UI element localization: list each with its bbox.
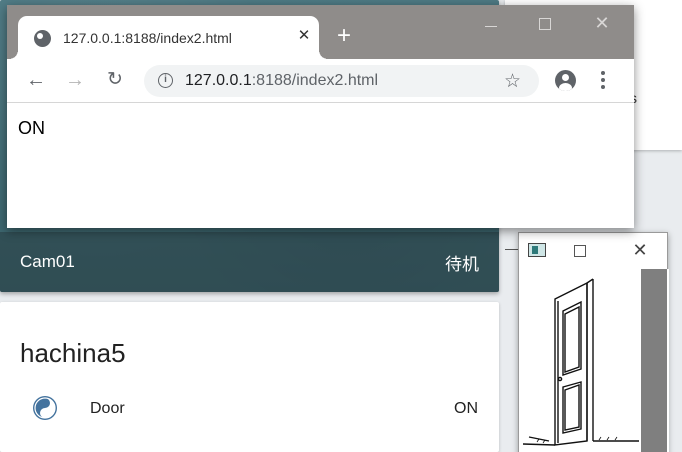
url-host: 127.0.0.1 xyxy=(185,72,252,89)
forward-arrow-icon[interactable]: → xyxy=(64,70,86,90)
entity-name: Door xyxy=(90,400,125,417)
vertical-scrollbar[interactable] xyxy=(641,269,667,452)
minimize-button[interactable] xyxy=(485,26,497,27)
open-door-drawing xyxy=(522,278,639,446)
maximize-button[interactable] xyxy=(574,245,586,257)
profile-avatar-icon[interactable] xyxy=(555,70,576,91)
page-content: ON xyxy=(7,103,634,228)
image-app-icon xyxy=(528,243,546,257)
browser-toolbar: ← → ↻ i 127.0.0.1:8188/index2.html ☆ xyxy=(7,59,634,103)
entity-state[interactable]: ON xyxy=(454,400,478,418)
url-text[interactable]: 127.0.0.1:8188/index2.html xyxy=(185,72,378,90)
tab-strip[interactable]: 127.0.0.1:8188/index2.html ✕ + ✕ xyxy=(7,5,634,59)
entity-card: hachina5 Door ON xyxy=(0,302,499,452)
info-icon[interactable]: i xyxy=(158,73,173,88)
url-path: :8188/index2.html xyxy=(251,72,379,89)
back-arrow-icon[interactable]: ← xyxy=(25,70,47,90)
image-viewer-titlebar[interactable]: ✕ xyxy=(519,233,667,269)
new-tab-button[interactable]: + xyxy=(334,24,354,48)
bookmark-star-icon[interactable]: ☆ xyxy=(504,70,521,93)
camera-state: 待机 xyxy=(445,254,479,274)
maximize-button[interactable] xyxy=(539,18,551,30)
window-connector-line xyxy=(505,249,519,250)
active-tab[interactable]: 127.0.0.1:8188/index2.html ✕ xyxy=(9,16,328,59)
tab-title: 127.0.0.1:8188/index2.html xyxy=(63,30,232,46)
globe-icon xyxy=(34,30,51,47)
menu-dots-icon[interactable] xyxy=(601,71,605,91)
tab-close-icon[interactable]: ✕ xyxy=(296,28,312,44)
camera-name: Cam01 xyxy=(20,252,75,271)
window-close-button[interactable]: ✕ xyxy=(592,13,612,34)
camera-card-footer: Cam01 待机 xyxy=(0,232,499,292)
image-viewer-window: ✕ xyxy=(518,232,669,452)
close-button[interactable]: ✕ xyxy=(631,241,649,259)
page-text: ON xyxy=(18,118,45,138)
address-bar[interactable]: i 127.0.0.1:8188/index2.html ☆ xyxy=(144,65,539,97)
reload-icon[interactable]: ↻ xyxy=(104,70,126,90)
yin-yang-icon xyxy=(33,396,57,420)
entity-card-title: hachina5 xyxy=(20,338,126,368)
browser-window: 127.0.0.1:8188/index2.html ✕ + ✕ ← → ↻ i… xyxy=(7,5,634,228)
